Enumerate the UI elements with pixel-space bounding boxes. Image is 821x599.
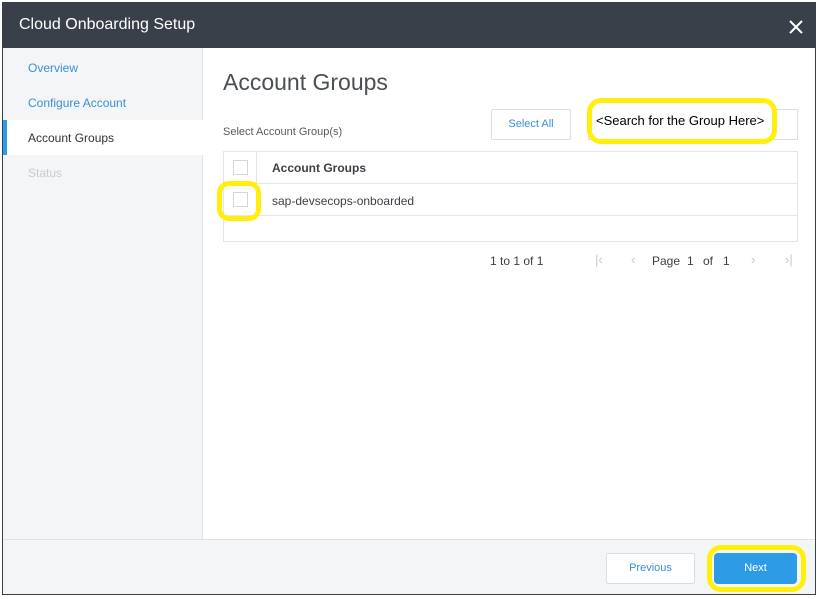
- prev-page-icon[interactable]: ‹: [631, 252, 635, 267]
- wizard-sidebar: Overview Configure Account Account Group…: [3, 48, 204, 539]
- page-title: Account Groups: [223, 69, 388, 95]
- page-label: Page: [652, 254, 681, 268]
- dialog-footer: Previous Next: [3, 539, 815, 594]
- header-checkbox-cell: [224, 152, 257, 184]
- table-header: Account Groups: [224, 152, 797, 184]
- search-placeholder: <Search for the Group Here>: [596, 113, 765, 128]
- account-group-name: sap-devsecops-onboarded: [272, 194, 415, 208]
- sidebar-item-account-groups[interactable]: Account Groups: [3, 120, 204, 155]
- close-icon[interactable]: [788, 19, 804, 35]
- next-button[interactable]: Next: [714, 553, 797, 584]
- row-checkbox[interactable]: [233, 192, 248, 207]
- sidebar-item-overview[interactable]: Overview: [3, 50, 203, 85]
- last-page-icon[interactable]: ›|: [785, 252, 793, 267]
- next-page-icon[interactable]: ›: [751, 252, 755, 267]
- previous-button[interactable]: Previous: [606, 553, 695, 584]
- select-all-button[interactable]: Select All: [491, 109, 571, 140]
- first-page-icon[interactable]: |‹: [595, 252, 603, 267]
- table-row[interactable]: sap-devsecops-onboarded: [217, 181, 797, 221]
- column-header-account-groups: Account Groups: [272, 161, 367, 175]
- dialog-title: Cloud Onboarding Setup: [19, 16, 196, 33]
- select-account-groups-label: Select Account Group(s): [223, 126, 343, 138]
- sidebar-item-status: Status: [28, 166, 63, 180]
- search-highlight-annotation[interactable]: <Search for the Group Here>: [587, 98, 777, 144]
- main-content: Account Groups Select Account Group(s) S…: [203, 48, 815, 539]
- of-label: of: [703, 254, 714, 268]
- pagination-range: 1 to 1 of 1: [490, 254, 544, 268]
- current-page: 1: [687, 254, 694, 268]
- select-all-checkbox[interactable]: [233, 160, 248, 175]
- cloud-onboarding-dialog: Cloud Onboarding Setup Overview Configur…: [2, 2, 816, 595]
- dialog-header: Cloud Onboarding Setup: [3, 3, 815, 48]
- account-groups-table: Account Groups sap-devsecops-onboarded: [217, 151, 798, 242]
- sidebar-item-configure-account[interactable]: Configure Account: [3, 85, 203, 120]
- total-pages: 1: [723, 254, 730, 268]
